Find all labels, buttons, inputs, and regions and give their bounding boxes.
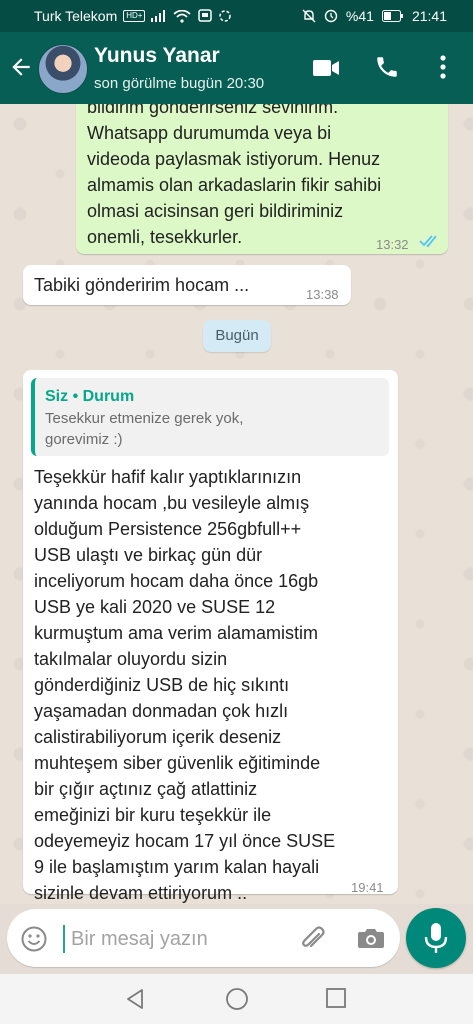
voice-message-button[interactable] xyxy=(406,908,466,968)
read-receipt-icon xyxy=(419,235,437,248)
quote-line: gorevimiz :) xyxy=(45,431,123,448)
quoted-status-reply[interactable]: Siz • Durum Tesekkur etmenize gerek yok,… xyxy=(31,378,389,456)
message-line: yanında hocam ,bu vesileyle almış xyxy=(34,493,310,513)
message-line: videoda paylasmak istiyorum. Henuz xyxy=(87,149,381,169)
message-time: 13:38 xyxy=(306,287,339,302)
quote-line: Tesekkur etmenize gerek yok, xyxy=(45,410,244,427)
quote-text: Tesekkur etmenize gerek yok, gorevimiz :… xyxy=(45,408,375,450)
message-line: Teşekkür hafif kalır yaptıklarınızın xyxy=(34,467,302,487)
message-line: olmasi acisinsan geri bildiriminiz xyxy=(87,201,344,221)
message-line: emeğinizi bir kuru teşekkür ile xyxy=(34,805,272,825)
message-line: bir çığır açtınız çağ atlattiniz xyxy=(34,779,258,799)
mute-icon xyxy=(302,9,316,23)
message-line: almamis olan arkadaslarin fikir sahibi xyxy=(87,175,382,195)
signal-icon xyxy=(151,10,166,22)
message-line: Whatsapp durumumda veya bi xyxy=(87,123,332,143)
message-bubble-incoming-reply[interactable]: Siz • Durum Tesekkur etmenize gerek yok,… xyxy=(23,370,398,903)
message-line: 9 ile başlamıştım yarım kalan hayali xyxy=(34,857,320,877)
carrier-name: Turk Telekom xyxy=(34,8,118,24)
message-time: 13:32 xyxy=(376,237,409,252)
clock: 21:41 xyxy=(411,8,447,24)
chat-header: Yunus Yanar son görülme bugün 20:30 xyxy=(0,32,473,104)
nav-back-icon[interactable] xyxy=(124,988,146,1010)
camera-icon[interactable] xyxy=(357,926,385,950)
message-line: USB ulaştı ve birkaç gün dür xyxy=(34,545,263,565)
alarm-icon xyxy=(324,9,338,23)
nav-home-icon[interactable] xyxy=(225,987,249,1011)
message-line: odeyemeyiz hocam 17 yıl önce SUSE xyxy=(34,831,336,851)
microphone-icon xyxy=(424,923,448,953)
message-text: Tabiki gönderirim hocam ... xyxy=(34,275,250,295)
notification-icon xyxy=(198,9,232,22)
message-input[interactable] xyxy=(69,919,293,959)
message-line: USB ye kali 2020 ve SUSE 12 xyxy=(34,597,276,617)
system-nav-bar xyxy=(0,974,473,1024)
message-line: gönderdiğiniz USB de hiç sıkıntı xyxy=(34,675,290,695)
message-text: bildirim gönderirseniz sevinirim. Whatsa… xyxy=(87,104,439,250)
message-bubble-outgoing[interactable]: bildirim gönderirseniz sevinirim. Whatsa… xyxy=(76,104,448,254)
message-time: 19:41 xyxy=(351,880,384,895)
more-vert-icon[interactable] xyxy=(432,54,454,80)
status-bar: Turk Telekom HD+ %41 21:41 xyxy=(0,0,473,32)
quote-title: Siz • Durum xyxy=(45,388,135,405)
message-line: muhteşem siber güvenlik eğitiminde xyxy=(34,753,321,773)
message-line: yaşamadan donmadan çok hızlı xyxy=(34,701,289,721)
message-line: sizinle devam ettiriyorum .. xyxy=(34,883,248,903)
message-bubble-incoming[interactable]: Tabiki gönderirim hocam ... 13:38 xyxy=(23,265,351,305)
chat-area[interactable]: bildirim gönderirseniz sevinirim. Whatsa… xyxy=(0,104,473,904)
message-line: takılmalar oluyordu sizin xyxy=(34,649,228,669)
date-separator: Bugün xyxy=(203,320,271,352)
nav-recent-apps-icon[interactable] xyxy=(326,988,346,1008)
emoji-icon[interactable] xyxy=(21,926,47,952)
battery-percent: %41 xyxy=(345,8,374,24)
video-call-icon[interactable] xyxy=(312,58,340,78)
message-line: olduğum Persistence 256gbfull++ xyxy=(34,519,302,539)
hd-badge: HD+ xyxy=(123,10,146,22)
message-line: inceliyorum hocam daha önce 16gb xyxy=(34,571,319,591)
message-text: Teşekkür hafif kalır yaptıklarınızın yan… xyxy=(34,464,392,904)
text-cursor xyxy=(63,925,65,953)
message-line: calistirabiliyorum içerik deseniz xyxy=(34,727,282,747)
avatar[interactable] xyxy=(38,44,88,94)
wifi-icon xyxy=(173,9,192,23)
message-composer[interactable] xyxy=(7,909,400,967)
message-line: kurmuştum ama verim alamamistim xyxy=(34,623,319,643)
back-arrow-icon[interactable] xyxy=(8,54,34,80)
contact-name[interactable]: Yunus Yanar xyxy=(94,44,220,68)
last-seen-status: son görülme bugün 20:30 xyxy=(94,75,265,92)
attachment-icon[interactable] xyxy=(299,925,327,953)
phone-icon[interactable] xyxy=(374,54,400,80)
battery-icon xyxy=(381,10,403,22)
message-composer-bar xyxy=(0,904,473,974)
message-line: bildirim gönderirseniz sevinirim. xyxy=(87,104,339,117)
